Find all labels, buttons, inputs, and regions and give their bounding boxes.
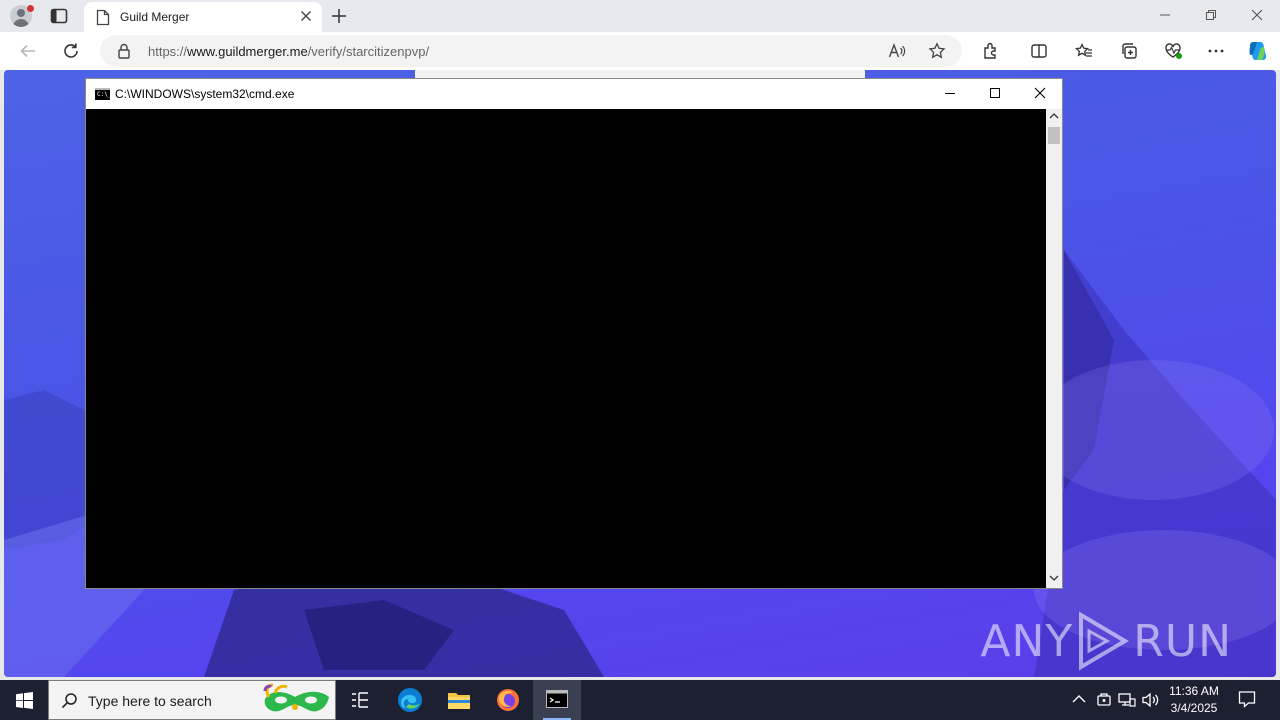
page-icon <box>96 9 110 26</box>
play-logo-icon <box>1079 611 1130 671</box>
cmd-titlebar[interactable]: C:\_ C:\WINDOWS\system32\cmd.exe <box>86 79 1062 109</box>
refresh-icon[interactable] <box>62 42 80 60</box>
tab-close-icon[interactable] <box>300 10 312 22</box>
taskbar-cmd[interactable] <box>533 680 581 720</box>
address-bar[interactable]: https://www.guildmerger.me/verify/starci… <box>100 35 962 67</box>
profile-notification-dot <box>27 5 34 12</box>
collections-icon[interactable] <box>1120 42 1138 60</box>
console-scrollbar[interactable] <box>1046 109 1062 588</box>
favorite-star-icon[interactable] <box>928 42 946 60</box>
task-view-icon <box>352 692 368 708</box>
back-icon[interactable] <box>19 42 37 60</box>
cmd-close-icon[interactable] <box>1033 86 1047 100</box>
clock-date: 3/4/2025 <box>1170 701 1218 715</box>
edge-icon <box>398 688 422 712</box>
new-tab-icon[interactable] <box>330 7 348 25</box>
notifications-icon[interactable] <box>1238 690 1256 708</box>
firefox-icon <box>497 689 519 711</box>
browser-essentials-icon[interactable] <box>1163 42 1183 60</box>
tab-title: Guild Merger <box>120 10 190 24</box>
scroll-up-icon[interactable] <box>1049 112 1059 120</box>
cmd-window[interactable]: C:\_ C:\WINDOWS\system32\cmd.exe <box>85 78 1063 589</box>
minimize-icon[interactable] <box>1158 8 1172 22</box>
split-screen-icon[interactable] <box>1030 42 1048 60</box>
page-top-strip <box>415 70 865 78</box>
more-menu-icon[interactable] <box>1207 42 1225 60</box>
tab-actions-icon[interactable] <box>50 8 68 24</box>
cmd-maximize-icon[interactable] <box>988 86 1002 100</box>
carnival-mask-icon <box>263 683 329 712</box>
cmd-title: C:\WINDOWS\system32\cmd.exe <box>115 87 295 101</box>
file-explorer-icon <box>448 693 470 709</box>
start-button[interactable] <box>0 680 48 720</box>
cmd-window-icon: C:\_ <box>95 88 111 100</box>
taskbar-clock[interactable]: 11:36 AM 3/4/2025 <box>1162 683 1226 717</box>
tab-strip: Guild Merger <box>0 0 1280 32</box>
network-icon[interactable] <box>1118 692 1136 708</box>
volume-icon[interactable] <box>1142 692 1160 708</box>
favorites-icon[interactable] <box>1075 42 1093 60</box>
restore-icon[interactable] <box>1204 8 1218 22</box>
url-text[interactable]: https://www.guildmerger.me/verify/starci… <box>148 44 429 59</box>
console-output[interactable] <box>86 109 1046 588</box>
show-hidden-icons-icon[interactable] <box>1072 694 1086 704</box>
extensions-icon[interactable] <box>982 42 1000 60</box>
taskbar-search-box[interactable]: Type here to search <box>48 680 336 720</box>
copilot-icon[interactable] <box>1245 39 1269 63</box>
taskbar-file-explorer[interactable] <box>435 680 483 720</box>
anyrun-watermark: ANY RUN <box>980 611 1232 671</box>
read-aloud-icon[interactable] <box>888 43 906 59</box>
taskbar-firefox[interactable] <box>484 680 532 720</box>
task-view-button[interactable] <box>336 680 384 720</box>
cmd-minimize-icon[interactable] <box>943 86 957 100</box>
scroll-thumb[interactable] <box>1048 127 1060 144</box>
taskbar-edge[interactable] <box>386 680 434 720</box>
browser-toolbar: https://www.guildmerger.me/verify/starci… <box>0 32 1280 70</box>
cmd-icon <box>546 690 568 708</box>
search-icon <box>61 693 77 709</box>
scroll-down-icon[interactable] <box>1049 574 1059 582</box>
taskbar: Type here to search 11:36 AM 3/4/2025 <box>0 680 1280 720</box>
windows-logo-icon <box>16 692 33 709</box>
search-placeholder: Type here to search <box>88 693 212 709</box>
clock-time: 11:36 AM <box>1169 684 1219 698</box>
browser-tab[interactable]: Guild Merger <box>84 2 322 32</box>
lock-icon[interactable] <box>117 43 131 59</box>
close-window-icon[interactable] <box>1250 8 1264 22</box>
security-tray-icon[interactable] <box>1096 692 1112 708</box>
